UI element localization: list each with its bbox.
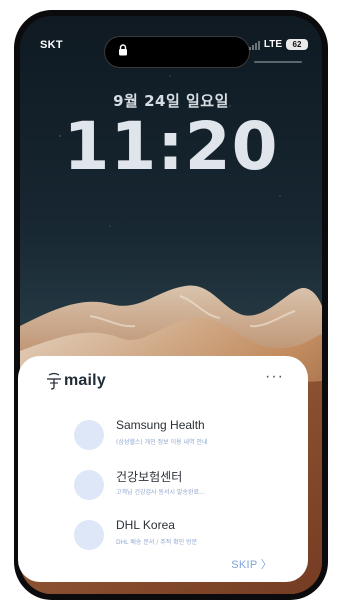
maily-logo-icon bbox=[47, 372, 61, 390]
lock-time: 11:20 bbox=[63, 108, 279, 185]
message-preview: (삼성헬스) 개인 정보 이용 내역 안내 bbox=[116, 439, 208, 446]
network-label: LTE bbox=[263, 39, 282, 50]
more-options-icon[interactable]: ··· bbox=[265, 368, 284, 386]
carrier-label: SKT bbox=[40, 39, 63, 51]
maily-notification-card[interactable]: maily ··· Samsung Health (삼성헬스) 개인 정보 이용… bbox=[18, 356, 308, 582]
status-bar: SKT LTE 62 bbox=[20, 36, 322, 68]
maily-brand-name: maily bbox=[64, 372, 106, 389]
message-sender: 건강보험센터 bbox=[116, 470, 183, 484]
lock-icon bbox=[119, 44, 127, 56]
message-item-dhl-korea[interactable]: DHL Korea DHL 배송 문서 / 주적 확인 방문 bbox=[74, 516, 294, 554]
message-sender: Samsung Health bbox=[116, 418, 205, 432]
avatar bbox=[74, 470, 104, 500]
signal-icon bbox=[248, 40, 260, 50]
status-icons: LTE 62 bbox=[248, 39, 308, 50]
message-item-samsung-health[interactable]: Samsung Health (삼성헬스) 개인 정보 이용 내역 안내 bbox=[74, 416, 294, 454]
battery-icon: 62 bbox=[286, 39, 308, 50]
status-indicator-line bbox=[254, 61, 302, 63]
avatar bbox=[74, 520, 104, 550]
message-preview: 고객님 건강검사 동서시 발송완료... bbox=[116, 489, 205, 496]
avatar bbox=[74, 420, 104, 450]
maily-logo: maily bbox=[46, 372, 106, 390]
message-sender: DHL Korea bbox=[116, 518, 175, 532]
skip-button[interactable]: SKIP 〉 bbox=[231, 556, 272, 572]
message-preview: DHL 배송 문서 / 주적 확인 방문 bbox=[116, 539, 198, 546]
message-item-health-insurance[interactable]: 건강보험센터 고객님 건강검사 동서시 발송완료... bbox=[74, 466, 294, 504]
